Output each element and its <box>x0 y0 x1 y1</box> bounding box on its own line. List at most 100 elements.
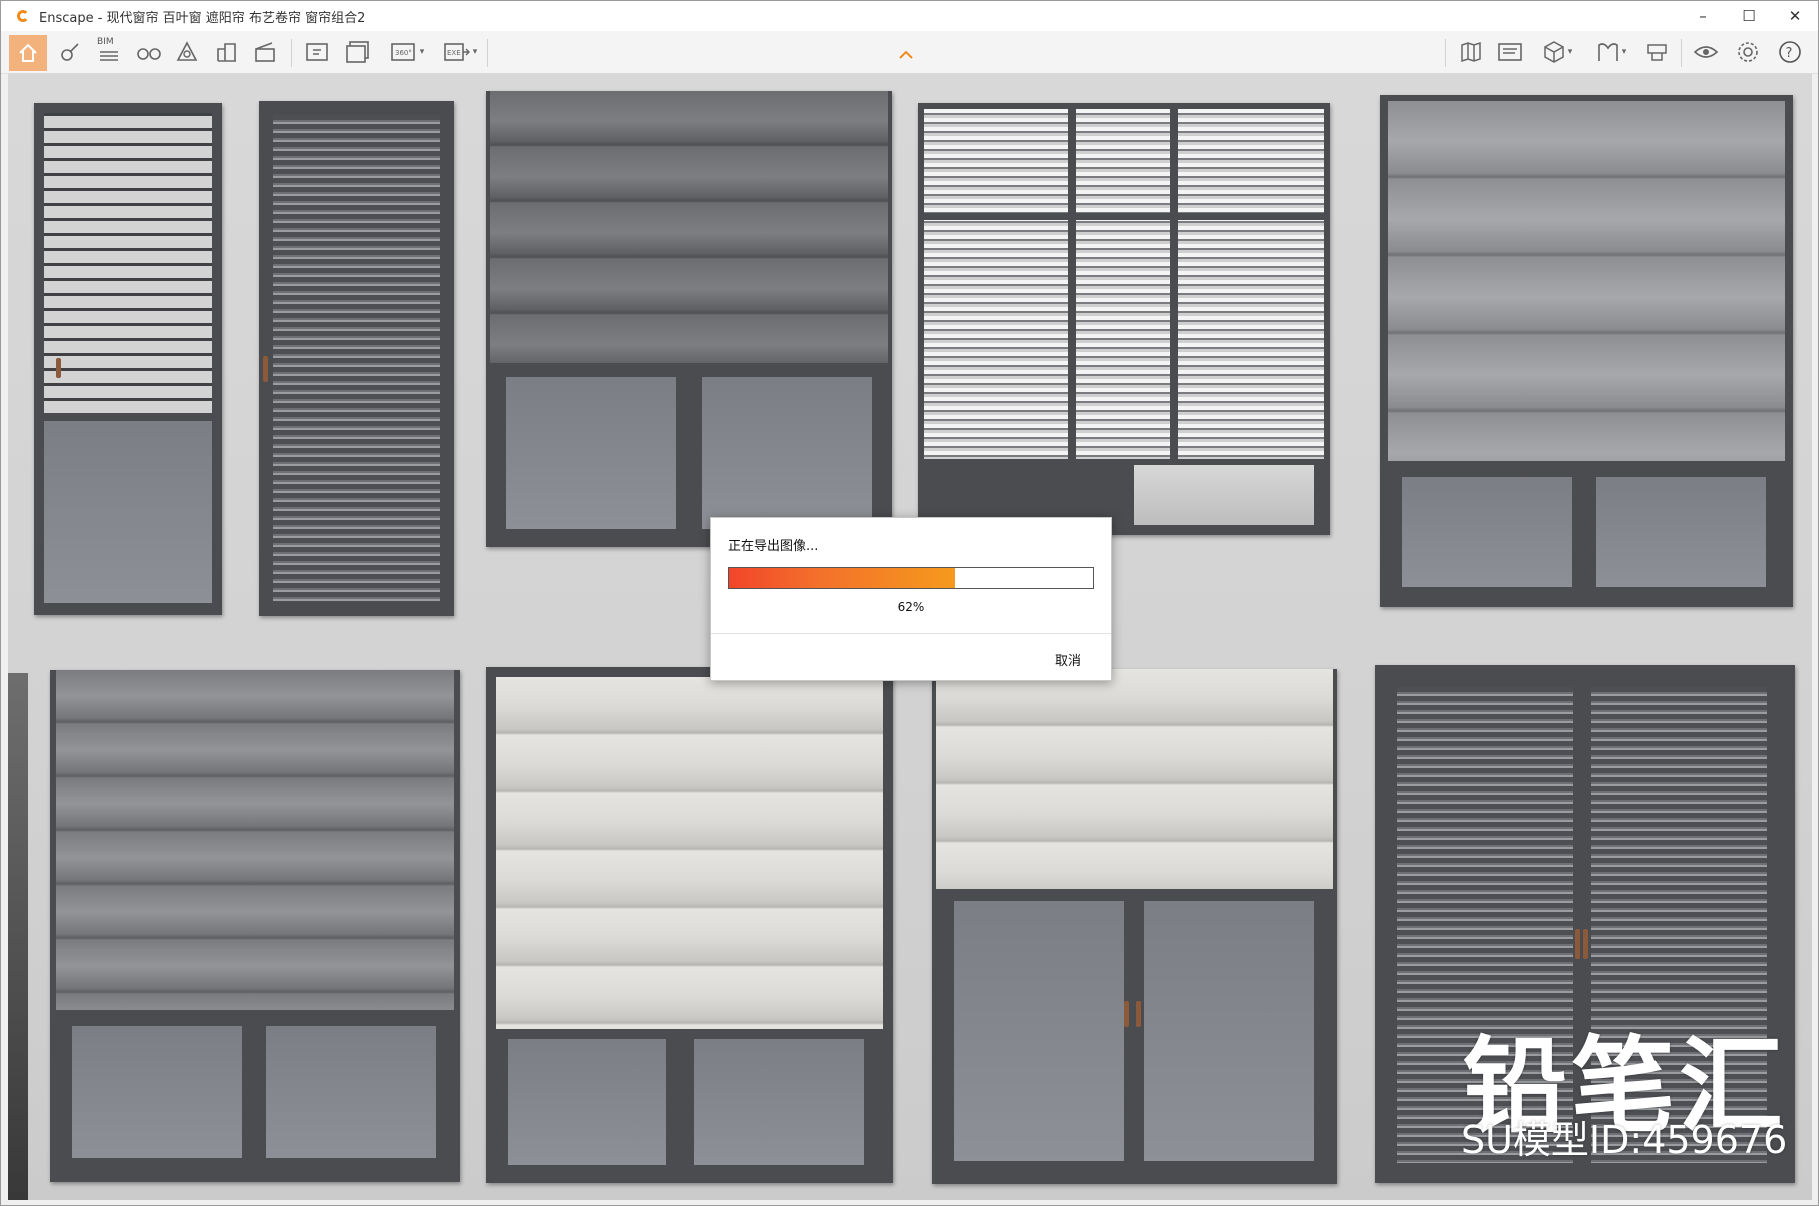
window-model-roman-blind-ruched <box>50 670 460 1182</box>
window-glass <box>954 901 1124 1161</box>
panorama-icon: 360° <box>390 43 415 61</box>
export-button[interactable]: EXE ▾ <box>437 36 483 68</box>
web-export-button[interactable] <box>1495 36 1525 68</box>
roman-blind-fabric <box>496 677 883 1029</box>
web-export-icon <box>1498 43 1522 61</box>
svg-text:?: ? <box>1786 46 1793 61</box>
batch-render-button[interactable] <box>343 36 373 68</box>
dialog-divider <box>711 633 1111 634</box>
cancel-button[interactable]: 取消 <box>1055 650 1081 669</box>
material-button[interactable]: ▾ <box>1589 36 1633 68</box>
chevron-down-icon: ▾ <box>1567 47 1573 57</box>
window-handle <box>1583 929 1588 959</box>
window-handle <box>1136 1001 1141 1027</box>
toolbar-divider <box>291 39 292 67</box>
window-model-roman-blind-white <box>486 667 893 1183</box>
toolbar-divider <box>1445 39 1446 67</box>
panorama-button[interactable]: 360° ▾ <box>383 36 431 68</box>
enscape-logo-icon <box>17 9 31 23</box>
window-glass <box>1402 477 1572 587</box>
progress-percent-label: 62% <box>897 600 925 614</box>
window-model-roman-blind-white-short <box>932 669 1337 1184</box>
venetian-blind-slats <box>44 113 212 413</box>
chevron-down-icon: ▾ <box>419 47 425 57</box>
settings-button[interactable] <box>1733 36 1763 68</box>
map-icon <box>1461 41 1481 63</box>
window-mullion <box>924 213 1324 220</box>
venetian-blind-slats <box>924 109 1324 459</box>
window-model-roman-blind-grey <box>1380 95 1793 607</box>
window-glass <box>702 377 872 529</box>
svg-text:EXE: EXE <box>447 49 461 57</box>
window-controls: – ☐ ✕ <box>1680 1 1818 31</box>
screenshot-button[interactable] <box>303 36 333 68</box>
window-mullion <box>1068 109 1076 459</box>
window-handle <box>1124 1001 1129 1027</box>
atmosphere-button[interactable] <box>173 36 201 68</box>
view-cube-button[interactable]: ▾ <box>1535 36 1579 68</box>
window-glass <box>694 1039 864 1165</box>
buildings-icon <box>217 43 236 62</box>
visual-settings-button[interactable] <box>1691 36 1721 68</box>
export-icon: EXE <box>443 43 470 61</box>
window-mullion <box>1170 109 1178 459</box>
asset-library-icon <box>61 43 79 61</box>
progress-fill <box>729 568 955 588</box>
window-model-roman-blind-dark <box>486 91 892 547</box>
collaboration-icon <box>1647 44 1667 61</box>
window-model-venetian-wide <box>918 103 1330 535</box>
asset-library-button[interactable] <box>57 36 83 68</box>
window-glass <box>266 1026 436 1158</box>
toolbar-divider <box>487 39 488 67</box>
binoculars-icon <box>137 48 161 60</box>
toolbar-divider <box>1681 39 1682 67</box>
window-glass <box>1596 477 1766 587</box>
visual-settings-icon <box>1693 46 1719 58</box>
window-model-venetian-slim <box>34 103 222 615</box>
export-progress-dialog: 正在导出图像... 62% 取消 <box>710 517 1112 681</box>
watermark-model-id: SU模型ID:459676 <box>1461 1118 1788 1162</box>
home-icon <box>19 43 37 62</box>
maximize-button[interactable]: ☐ <box>1726 1 1772 31</box>
window-handle <box>263 356 268 382</box>
export-progress-bar <box>728 567 1094 589</box>
bim-button[interactable]: BIM <box>95 36 125 68</box>
window-handle <box>1575 929 1580 959</box>
map-button[interactable] <box>1457 36 1485 68</box>
help-button[interactable]: ? <box>1775 36 1805 68</box>
title-bar: Enscape - 现代窗帘 百叶窗 遮阳帘 布艺卷帘 窗帘组合2 – ☐ ✕ <box>1 1 1818 31</box>
roman-blind-fabric <box>936 669 1333 889</box>
window-title: Enscape - 现代窗帘 百叶窗 遮阳帘 布艺卷帘 窗帘组合2 <box>39 10 366 26</box>
dialog-title: 正在导出图像... <box>728 539 819 554</box>
collaboration-button[interactable] <box>1643 36 1671 68</box>
enscape-window: Enscape - 现代窗帘 百叶窗 遮阳帘 布艺卷帘 窗帘组合2 – ☐ ✕ … <box>0 0 1819 1206</box>
view-cube-icon <box>1543 41 1564 63</box>
screenshot-icon <box>306 43 328 61</box>
window-model-rolling-shutter <box>259 101 454 616</box>
shutter-slats <box>273 115 440 602</box>
buildings-button[interactable] <box>213 36 241 68</box>
roman-blind-fabric <box>1388 101 1785 461</box>
window-glass <box>1144 901 1314 1161</box>
material-icon <box>1597 43 1618 61</box>
settings-icon <box>1738 42 1758 62</box>
video-editor-button[interactable] <box>251 36 279 68</box>
minimize-button[interactable]: – <box>1680 1 1726 31</box>
video-editor-icon <box>255 42 275 62</box>
help-icon: ? <box>1779 41 1801 63</box>
background-terrain <box>8 673 28 1200</box>
window-handle <box>56 358 61 378</box>
home-button[interactable] <box>9 35 47 71</box>
window-glass <box>44 421 212 603</box>
roman-blind-fabric <box>490 91 888 363</box>
svg-text:360°: 360° <box>395 49 412 57</box>
window-glass <box>1134 465 1314 525</box>
chevron-down-icon: ▾ <box>472 47 478 57</box>
close-button[interactable]: ✕ <box>1772 1 1818 31</box>
window-glass <box>506 377 676 529</box>
chevron-down-icon: ▾ <box>1621 47 1627 57</box>
window-glass <box>508 1039 666 1165</box>
atmosphere-icon <box>176 41 198 61</box>
collapse-toolbar-chevron-icon[interactable] <box>898 50 914 60</box>
binoculars-button[interactable] <box>135 36 163 68</box>
